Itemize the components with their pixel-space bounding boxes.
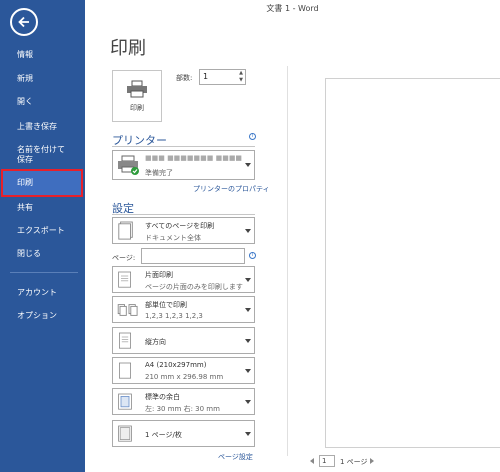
sides-dropdown[interactable]: 片面印刷 ページの片面のみを印刷します <box>112 266 255 293</box>
print-preview-page <box>325 78 500 448</box>
orientation-main: 縦方向 <box>145 338 166 346</box>
page-setup-link[interactable]: ページ設定 <box>218 452 253 462</box>
spin-down-icon[interactable]: ▼ <box>239 78 243 83</box>
sidebar-item-info[interactable]: 情報 <box>0 50 85 60</box>
orientation-dropdown[interactable]: 縦方向 <box>112 327 255 354</box>
sidebar-item-close[interactable]: 閉じる <box>0 249 85 259</box>
printer-properties-link[interactable]: プリンターのプロパティ <box>193 184 270 194</box>
total-pages-label: 1 ページ <box>340 458 368 466</box>
margins-main: 標準の余白 <box>145 393 180 401</box>
print-button-label: 印刷 <box>130 103 144 112</box>
sidebar-item-open[interactable]: 開く <box>0 97 85 107</box>
pages-per-sheet-dropdown[interactable]: 1 ページ/枚 <box>112 420 255 447</box>
printer-section-rule <box>112 146 255 147</box>
sides-main: 片面印刷 <box>145 271 173 279</box>
sidebar-item-options[interactable]: オプション <box>0 311 85 321</box>
paper-size-dropdown[interactable]: A4 (210x297mm) 210 mm x 296.98 mm <box>112 357 255 384</box>
info-icon[interactable]: i <box>249 133 256 140</box>
window-title: 文書 1 - Word <box>266 4 319 13</box>
paper-size-sub: 210 mm x 296.98 mm <box>145 373 224 381</box>
chevron-down-icon <box>245 277 251 282</box>
portrait-icon <box>119 332 131 349</box>
sidebar-item-export[interactable]: エクスポート <box>0 226 85 236</box>
document-stack-icon <box>118 221 133 240</box>
chevron-down-icon <box>245 368 251 373</box>
chevron-down-icon <box>245 431 251 436</box>
chevron-down-icon <box>245 228 251 233</box>
sidebar-item-account[interactable]: アカウント <box>0 288 85 298</box>
collate-main: 部単位で印刷 <box>145 301 187 309</box>
previous-page-icon[interactable] <box>310 458 314 464</box>
sidebar-divider <box>10 272 78 273</box>
back-button[interactable] <box>10 8 38 36</box>
chevron-down-icon <box>245 399 251 404</box>
print-range-sub: ドキュメント全体 <box>145 234 201 242</box>
printer-icon <box>127 80 147 97</box>
preview-divider <box>287 66 288 456</box>
sidebar-item-save-as-line1: 名前を付けて <box>17 145 65 154</box>
sidebar-item-print[interactable]: 印刷 <box>1 169 83 197</box>
single-page-icon <box>118 271 131 288</box>
next-page-icon[interactable] <box>370 458 374 464</box>
sidebar-item-save[interactable]: 上書き保存 <box>0 122 85 132</box>
spin-up-icon[interactable]: ▲ <box>239 71 243 76</box>
collate-sub: 1,2,3 1,2,3 1,2,3 <box>145 312 203 320</box>
sides-sub: ページの片面のみを印刷します <box>145 283 243 291</box>
sidebar-item-save-as[interactable]: 名前を付けて 保存 <box>0 145 85 165</box>
copies-label: 部数: <box>176 74 193 82</box>
sidebar-item-new[interactable]: 新規 <box>0 74 85 84</box>
page-title: 印刷 <box>110 38 146 59</box>
pages-label: ページ: <box>112 254 136 262</box>
sidebar-item-save-as-line2: 保存 <box>17 155 33 164</box>
current-page-input[interactable]: 1 <box>319 455 335 467</box>
page-per-sheet-icon <box>118 425 132 442</box>
margins-sub: 左: 30 mm 右: 30 mm <box>145 405 220 413</box>
pages-input[interactable] <box>141 248 245 264</box>
margins-dropdown[interactable]: 標準の余白 左: 30 mm 右: 30 mm <box>112 388 255 415</box>
arrow-left-icon <box>18 16 29 28</box>
paper-icon <box>119 362 131 379</box>
margins-icon <box>118 393 132 410</box>
printer-name: ■■■ ■■■■■■■ ■■■■ <box>145 154 243 162</box>
printer-device-icon <box>118 155 139 175</box>
collate-dropdown[interactable]: 部単位で印刷 1,2,3 1,2,3 1,2,3 <box>112 296 255 323</box>
backstage-sidebar: 情報 新規 開く 上書き保存 名前を付けて 保存 印刷 共有 エクスポート 閉じ… <box>0 0 85 472</box>
paper-size-main: A4 (210x297mm) <box>145 361 207 369</box>
info-icon[interactable]: i <box>249 252 256 259</box>
copies-value: 1 <box>203 72 209 81</box>
printer-dropdown[interactable]: ■■■ ■■■■■■■ ■■■■ 準備完了 <box>112 150 255 180</box>
chevron-down-icon <box>245 338 251 343</box>
print-button[interactable]: 印刷 <box>112 70 162 122</box>
pages-per-sheet-main: 1 ページ/枚 <box>145 431 182 439</box>
print-range-dropdown[interactable]: すべてのページを印刷 ドキュメント全体 <box>112 217 255 244</box>
print-range-main: すべてのページを印刷 <box>145 222 215 230</box>
collate-icon <box>117 303 138 316</box>
settings-section-rule <box>112 214 255 215</box>
chevron-down-icon <box>245 307 251 312</box>
copies-stepper[interactable]: 1 ▲ ▼ <box>199 69 246 85</box>
sidebar-item-share[interactable]: 共有 <box>0 203 85 213</box>
printer-status: 準備完了 <box>145 169 173 177</box>
chevron-down-icon <box>245 163 251 167</box>
